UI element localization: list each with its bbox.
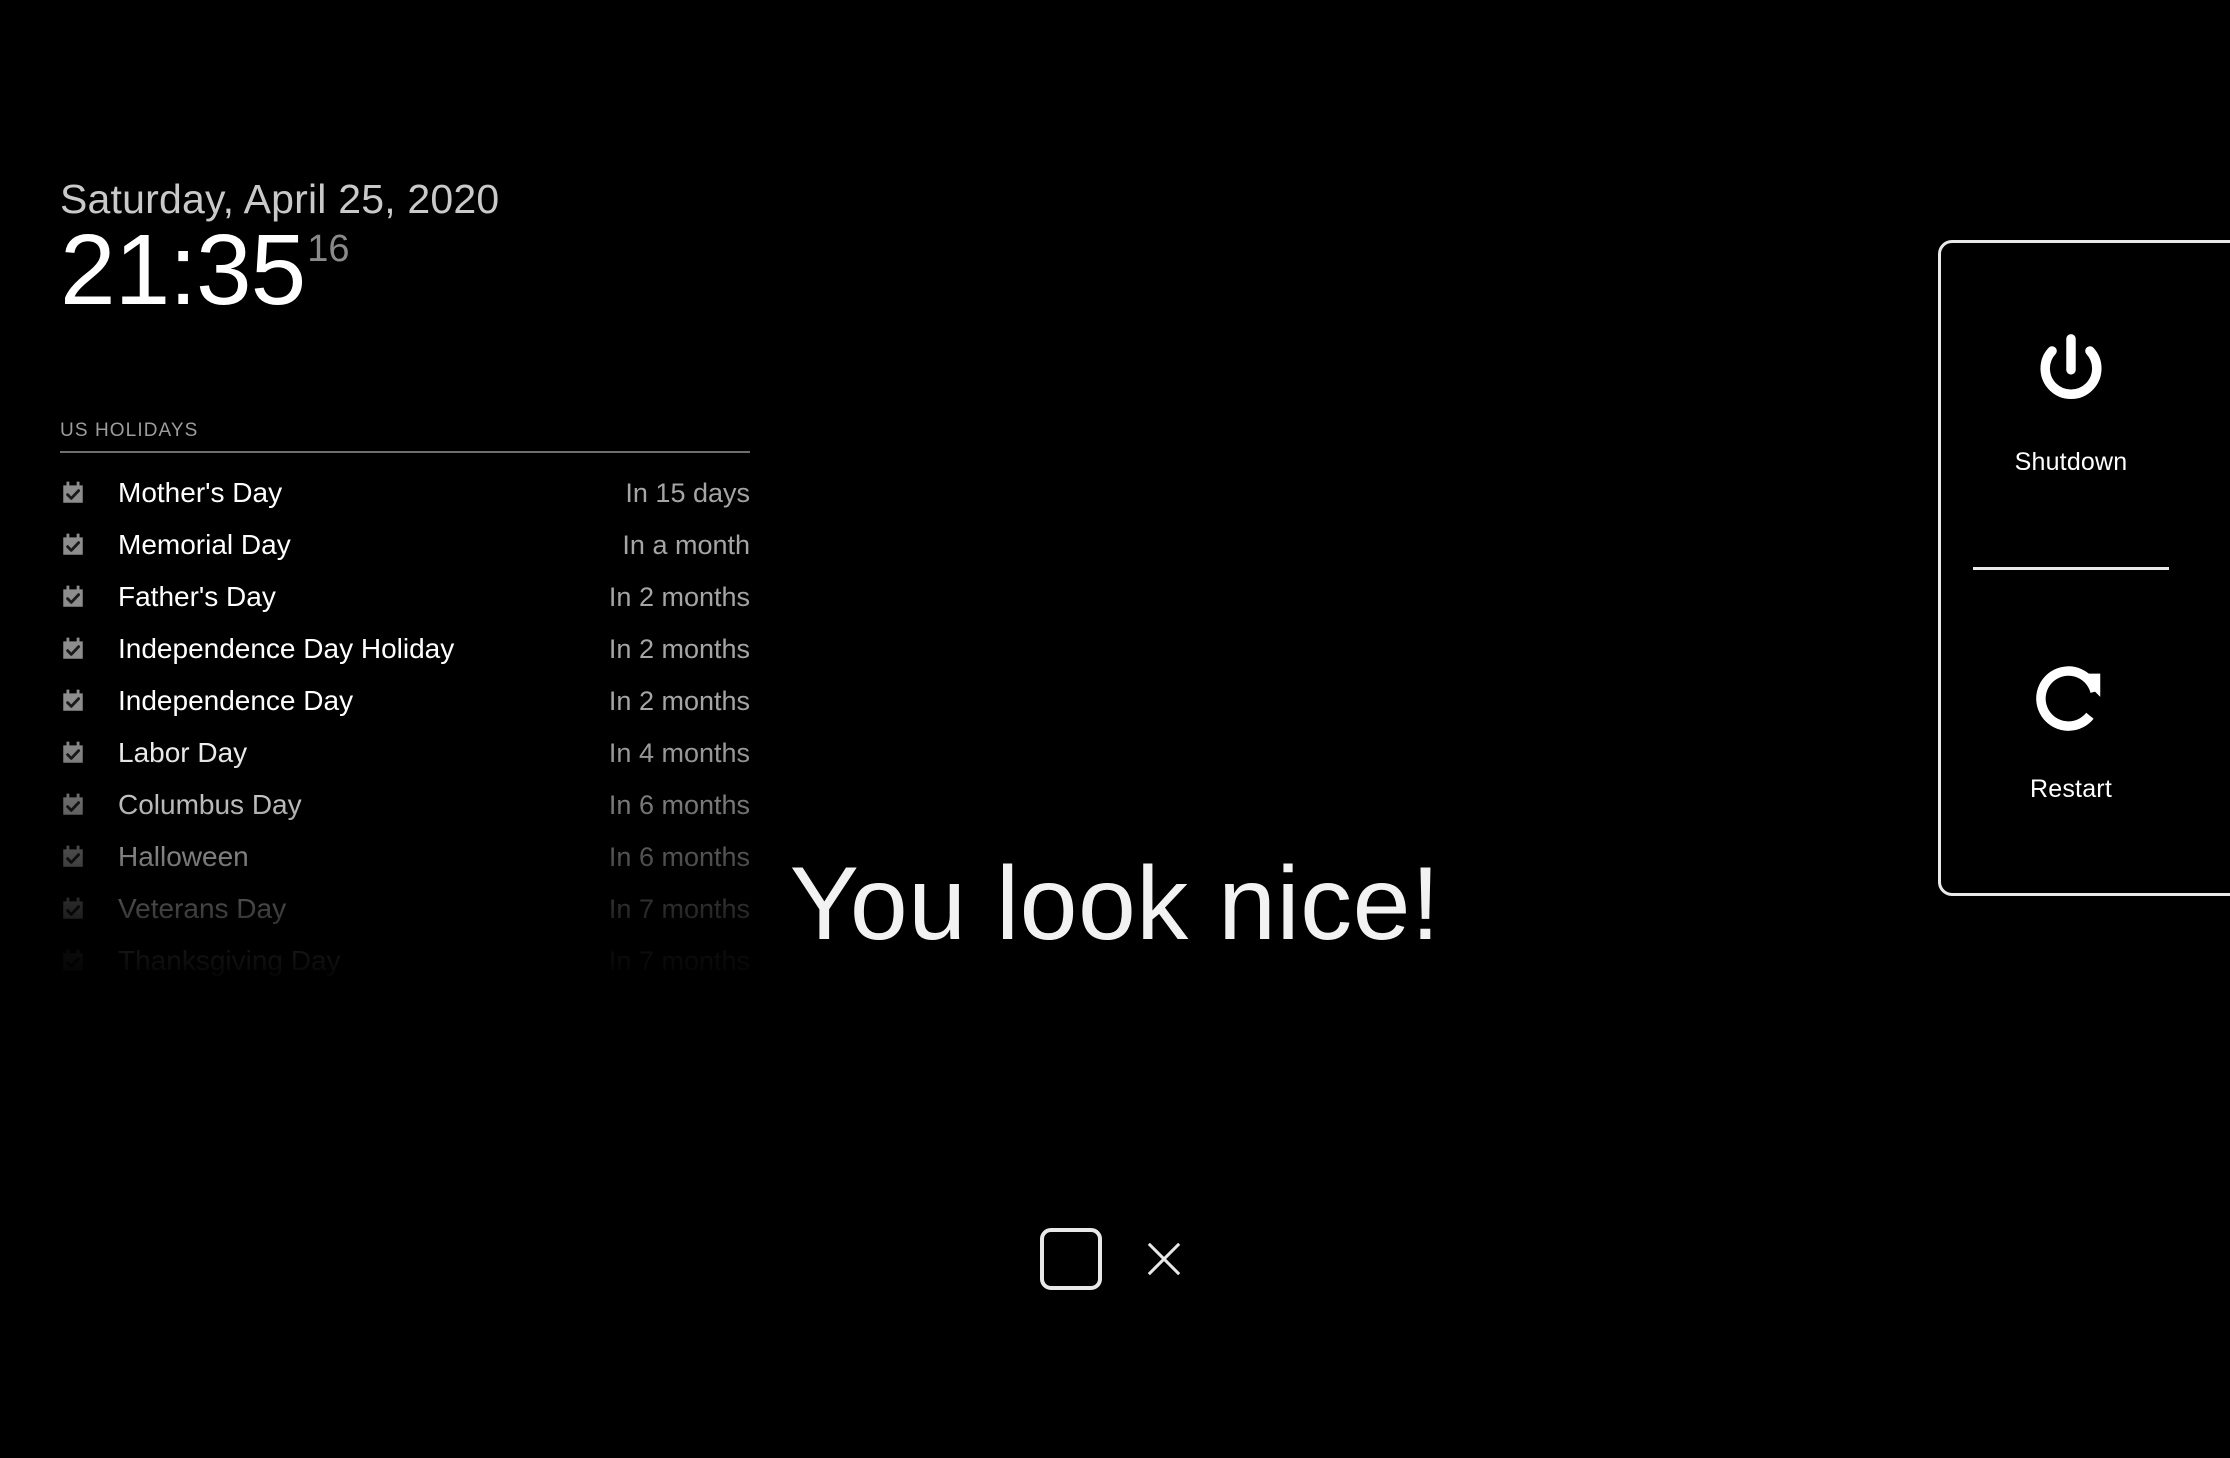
holiday-row[interactable]: Columbus Day In 6 months [60,779,750,831]
window-controls [0,1228,2230,1290]
calendar-check-icon [63,637,83,659]
holidays-divider [60,451,750,453]
holiday-row[interactable]: Memorial Day In a month [60,519,750,571]
holiday-row[interactable]: Father's Day In 2 months [60,571,750,623]
refresh-clockwise-icon [2036,666,2101,731]
shutdown-button[interactable]: Shutdown [1941,243,2201,567]
holiday-name: Labor Day [118,737,248,768]
holiday-name: Memorial Day [118,529,291,560]
holiday-countdown: In 2 months [608,581,750,612]
restart-label: Restart [2030,774,2112,803]
calendar-check-icon [63,741,83,763]
power-panel: Shutdown Restart [1938,240,2230,896]
restart-button[interactable]: Restart [1941,570,2201,894]
holiday-name: Independence Day [118,685,354,716]
calendar-check-icon [63,585,83,607]
holiday-name: Mother's Day [118,477,283,508]
lock-screen: Saturday, April 25, 2020 21:35 16 US Hol… [0,0,2230,1458]
greeting-message: You look nice! [789,846,1441,962]
holiday-row[interactable]: Independence Day In 2 months [60,675,750,727]
rounded-square-icon[interactable] [1040,1228,1102,1290]
holiday-countdown: In 6 months [608,789,750,820]
holiday-countdown: In 15 days [625,477,750,508]
holiday-name: Independence Day Holiday [118,633,455,664]
power-icon [2040,334,2102,400]
calendar-check-icon [63,481,83,503]
close-x-icon[interactable] [1138,1233,1190,1285]
holiday-row[interactable]: Independence Day Holiday In 2 months [60,623,750,675]
holiday-name: Columbus Day [118,789,302,820]
calendar-check-icon [63,793,83,815]
time-display: 21:35 16 [60,214,820,327]
holiday-row[interactable]: Labor Day In 4 months [60,727,750,779]
holiday-row[interactable]: Mother's Day In 15 days [60,467,750,519]
calendar-check-icon [63,533,83,555]
calendar-check-icon [63,689,83,711]
holidays-title: US Holidays [60,420,199,441]
time-hours-minutes: 21:35 [60,214,306,327]
holiday-countdown: In 2 months [608,633,750,664]
holiday-countdown: In 4 months [608,737,750,768]
clock-widget: Saturday, April 25, 2020 21:35 16 [60,177,820,327]
shutdown-label: Shutdown [2014,448,2128,477]
time-seconds: 16 [307,228,350,271]
holiday-name: Father's Day [118,581,276,612]
holiday-countdown: In a month [622,529,750,560]
holiday-countdown: In 2 months [608,685,750,716]
